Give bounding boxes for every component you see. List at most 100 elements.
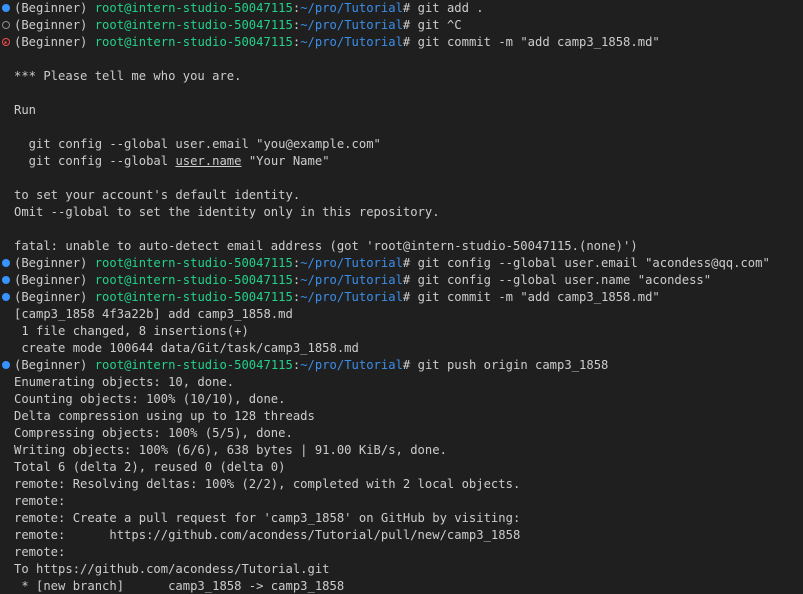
- output-line: * [new branch] camp3_1858 -> camp3_1858: [0, 578, 803, 594]
- prompt-env: (Beginner): [14, 18, 95, 32]
- prompt-env: (Beginner): [14, 1, 95, 15]
- output-text: remote: https://github.com/acondess/Tuto…: [14, 528, 521, 542]
- command-neutral-icon[interactable]: [2, 21, 10, 29]
- command-success-icon[interactable]: [2, 259, 10, 267]
- output-text: git config --global user.email "you@exam…: [14, 137, 381, 151]
- prompt-env: (Beginner): [14, 256, 95, 270]
- output-text: remote: Resolving deltas: 100% (2/2), co…: [14, 477, 521, 491]
- prompt-env: (Beginner): [14, 358, 95, 372]
- prompt-symbol: #: [402, 358, 418, 372]
- output-line: 1 file changed, 8 insertions(+): [0, 323, 803, 340]
- output-line: To https://github.com/acondess/Tutorial.…: [0, 561, 803, 578]
- output-line: create mode 100644 data/Git/task/camp3_1…: [0, 340, 803, 357]
- output-text: Counting objects: 100% (10/10), done.: [14, 392, 286, 406]
- prompt-env: (Beginner): [14, 290, 95, 304]
- prompt-symbol: #: [402, 256, 418, 270]
- prompt-symbol: #: [402, 1, 418, 15]
- prompt-line: (Beginner) root@intern-studio-50047115:~…: [0, 17, 803, 34]
- output-text: to set your account's default identity.: [14, 188, 301, 202]
- output-line: Delta compression using up to 128 thread…: [0, 408, 803, 425]
- output-text: remote: Create a pull request for 'camp3…: [14, 511, 521, 525]
- prompt-path: ~/pro/Tutorial: [300, 18, 403, 32]
- output-text: git config --global: [14, 154, 176, 168]
- command-text: git config --global user.name "acondess": [417, 273, 712, 287]
- output-text: [camp3_1858 4f3a22b] add camp3_1858.md: [14, 307, 293, 321]
- command-success-icon[interactable]: [2, 4, 10, 12]
- command-error-icon[interactable]: [2, 38, 10, 46]
- prompt-user-host: root@intern-studio-50047115: [94, 358, 293, 372]
- command-text: git add .: [417, 1, 484, 15]
- output-line: fatal: unable to auto-detect email addre…: [0, 238, 803, 255]
- output-line: Total 6 (delta 2), reused 0 (delta 0): [0, 459, 803, 476]
- output-text: * [new branch] camp3_1858 -> camp3_1858: [14, 579, 345, 593]
- prompt-user-host: root@intern-studio-50047115: [94, 18, 293, 32]
- prompt-env: (Beginner): [14, 273, 95, 287]
- output-text: Compressing objects: 100% (5/5), done.: [14, 426, 293, 440]
- output-line: remote: https://github.com/acondess/Tuto…: [0, 527, 803, 544]
- output-text: 1 file changed, 8 insertions(+): [14, 324, 249, 338]
- command-text: git push origin camp3_1858: [417, 358, 609, 372]
- prompt-line: (Beginner) root@intern-studio-50047115:~…: [0, 289, 803, 306]
- prompt-env: (Beginner): [14, 35, 95, 49]
- prompt-line: (Beginner) root@intern-studio-50047115:~…: [0, 357, 803, 374]
- output-line: Compressing objects: 100% (5/5), done.: [0, 425, 803, 442]
- prompt-user-host: root@intern-studio-50047115: [94, 35, 293, 49]
- prompt-path: ~/pro/Tutorial: [300, 358, 403, 372]
- prompt-user-host: root@intern-studio-50047115: [94, 1, 293, 15]
- prompt-line: (Beginner) root@intern-studio-50047115:~…: [0, 255, 803, 272]
- prompt-line: (Beginner) root@intern-studio-50047115:~…: [0, 0, 803, 17]
- prompt-path: ~/pro/Tutorial: [300, 35, 403, 49]
- output-line: *** Please tell me who you are.: [0, 68, 803, 85]
- prompt-path: ~/pro/Tutorial: [300, 256, 403, 270]
- output-line: remote: Resolving deltas: 100% (2/2), co…: [0, 476, 803, 493]
- output-line: Writing objects: 100% (6/6), 638 bytes |…: [0, 442, 803, 459]
- output-text: Enumerating objects: 10, done.: [14, 375, 235, 389]
- output-line: git config --global user.email "you@exam…: [0, 136, 803, 153]
- output-text: Omit --global to set the identity only i…: [14, 205, 440, 219]
- command-success-icon[interactable]: [2, 361, 10, 369]
- prompt-user-host: root@intern-studio-50047115: [94, 256, 293, 270]
- prompt-line: (Beginner) root@intern-studio-50047115:~…: [0, 272, 803, 289]
- output-text: Total 6 (delta 2), reused 0 (delta 0): [14, 460, 286, 474]
- prompt-path: ~/pro/Tutorial: [300, 273, 403, 287]
- output-text: *** Please tell me who you are.: [14, 69, 242, 83]
- prompt-path: ~/pro/Tutorial: [300, 1, 403, 15]
- output-text: Delta compression using up to 128 thread…: [14, 409, 315, 423]
- link-text[interactable]: user.name: [175, 154, 241, 168]
- output-text: remote:: [14, 545, 66, 559]
- command-success-icon[interactable]: [2, 276, 10, 284]
- prompt-symbol: #: [402, 35, 418, 49]
- output-line: remote:: [0, 493, 803, 510]
- output-line: [camp3_1858 4f3a22b] add camp3_1858.md: [0, 306, 803, 323]
- output-line: to set your account's default identity.: [0, 187, 803, 204]
- terminal-panel[interactable]: (Beginner) root@intern-studio-50047115:~…: [0, 0, 803, 594]
- command-text: git config --global user.email "acondess…: [417, 256, 770, 270]
- prompt-symbol: #: [402, 18, 418, 32]
- command-text: git commit -m "add camp3_1858.md": [417, 35, 660, 49]
- prompt-user-host: root@intern-studio-50047115: [94, 273, 293, 287]
- command-success-icon[interactable]: [2, 293, 10, 301]
- command-text: git commit -m "add camp3_1858.md": [417, 290, 660, 304]
- output-text: "Your Name": [241, 154, 330, 168]
- output-text: fatal: unable to auto-detect email addre…: [14, 239, 638, 253]
- output-text: create mode 100644 data/Git/task/camp3_1…: [14, 341, 359, 355]
- output-line: Enumerating objects: 10, done.: [0, 374, 803, 391]
- output-line: remote:: [0, 544, 803, 561]
- output-text: Run: [14, 103, 37, 117]
- output-line: Counting objects: 100% (10/10), done.: [0, 391, 803, 408]
- prompt-symbol: #: [402, 273, 418, 287]
- output-line: Run: [0, 102, 803, 119]
- output-line: Omit --global to set the identity only i…: [0, 204, 803, 221]
- prompt-path: ~/pro/Tutorial: [300, 290, 403, 304]
- output-text: To https://github.com/acondess/Tutorial.…: [14, 562, 330, 576]
- command-text: git ^C: [417, 18, 462, 32]
- prompt-symbol: #: [402, 290, 418, 304]
- prompt-line: (Beginner) root@intern-studio-50047115:~…: [0, 34, 803, 51]
- prompt-user-host: root@intern-studio-50047115: [94, 290, 293, 304]
- output-text: remote:: [14, 494, 66, 508]
